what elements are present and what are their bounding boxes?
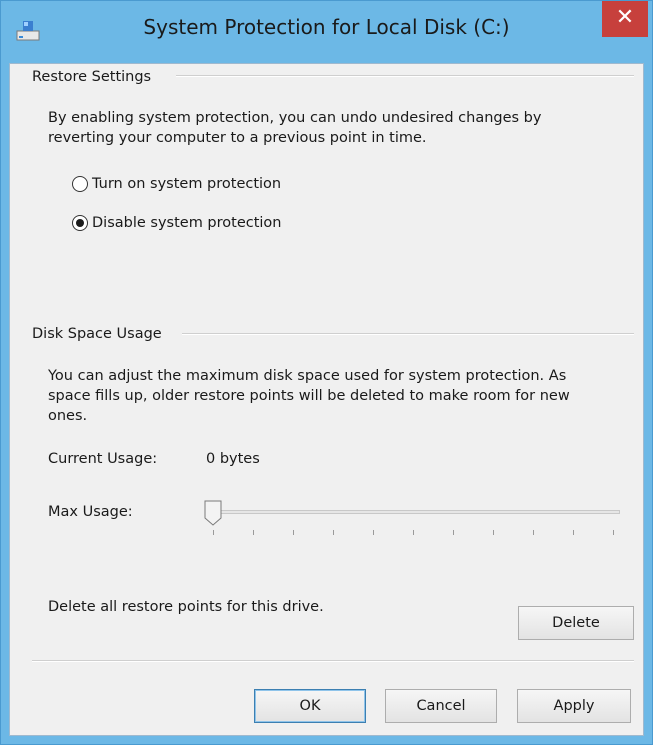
slider-tick xyxy=(613,530,614,535)
radio-circle-icon[interactable] xyxy=(72,176,88,192)
disk-space-description: You can adjust the maximum disk space us… xyxy=(48,368,570,424)
current-usage-label: Current Usage: xyxy=(48,451,158,467)
system-protection-drive-icon xyxy=(16,21,40,41)
footer-divider xyxy=(32,660,634,662)
restore-settings-description: By enabling system protection, you can u… xyxy=(48,110,542,146)
radio-dot-icon xyxy=(76,219,84,227)
slider-tick xyxy=(493,530,494,535)
ok-button[interactable]: OK xyxy=(254,689,366,723)
max-usage-slider-thumb[interactable] xyxy=(204,500,222,526)
disk-space-usage-header: Disk Space Usage xyxy=(32,326,162,342)
radio-disable-protection[interactable]: Disable system protection xyxy=(72,213,282,233)
close-button[interactable]: ✕ xyxy=(602,1,648,37)
dialog-window: System Protection for Local Disk (C:) ✕ … xyxy=(0,0,653,745)
window-title: System Protection for Local Disk (C:) xyxy=(143,15,510,39)
slider-tick xyxy=(253,530,254,535)
current-usage-value: 0 bytes xyxy=(206,451,260,467)
delete-button[interactable]: Delete xyxy=(518,606,634,640)
restore-settings-header: Restore Settings xyxy=(32,69,152,85)
apply-button[interactable]: Apply xyxy=(517,689,631,723)
title-bar[interactable]: System Protection for Local Disk (C:) ✕ xyxy=(1,1,652,63)
slider-tick xyxy=(453,530,454,535)
restore-settings-divider xyxy=(176,75,634,77)
slider-tick xyxy=(333,530,334,535)
radio-turn-on-label: Turn on system protection xyxy=(92,176,282,192)
max-usage-label: Max Usage: xyxy=(48,504,133,520)
dialog-client-area: Restore Settings By enabling system prot… xyxy=(9,63,644,736)
slider-tick xyxy=(293,530,294,535)
radio-selected-icon[interactable] xyxy=(72,215,88,231)
radio-turn-on-protection[interactable]: Turn on system protection xyxy=(72,174,281,194)
max-usage-slider-track[interactable] xyxy=(206,510,620,514)
slider-tick xyxy=(413,530,414,535)
slider-tick xyxy=(533,530,534,535)
slider-tick xyxy=(213,530,214,535)
disk-space-divider xyxy=(182,333,634,335)
slider-tick xyxy=(573,530,574,535)
slider-tick xyxy=(373,530,374,535)
delete-restore-points-text: Delete all restore points for this drive… xyxy=(48,599,324,615)
radio-disable-label: Disable system protection xyxy=(92,215,282,231)
cancel-button[interactable]: Cancel xyxy=(385,689,497,723)
